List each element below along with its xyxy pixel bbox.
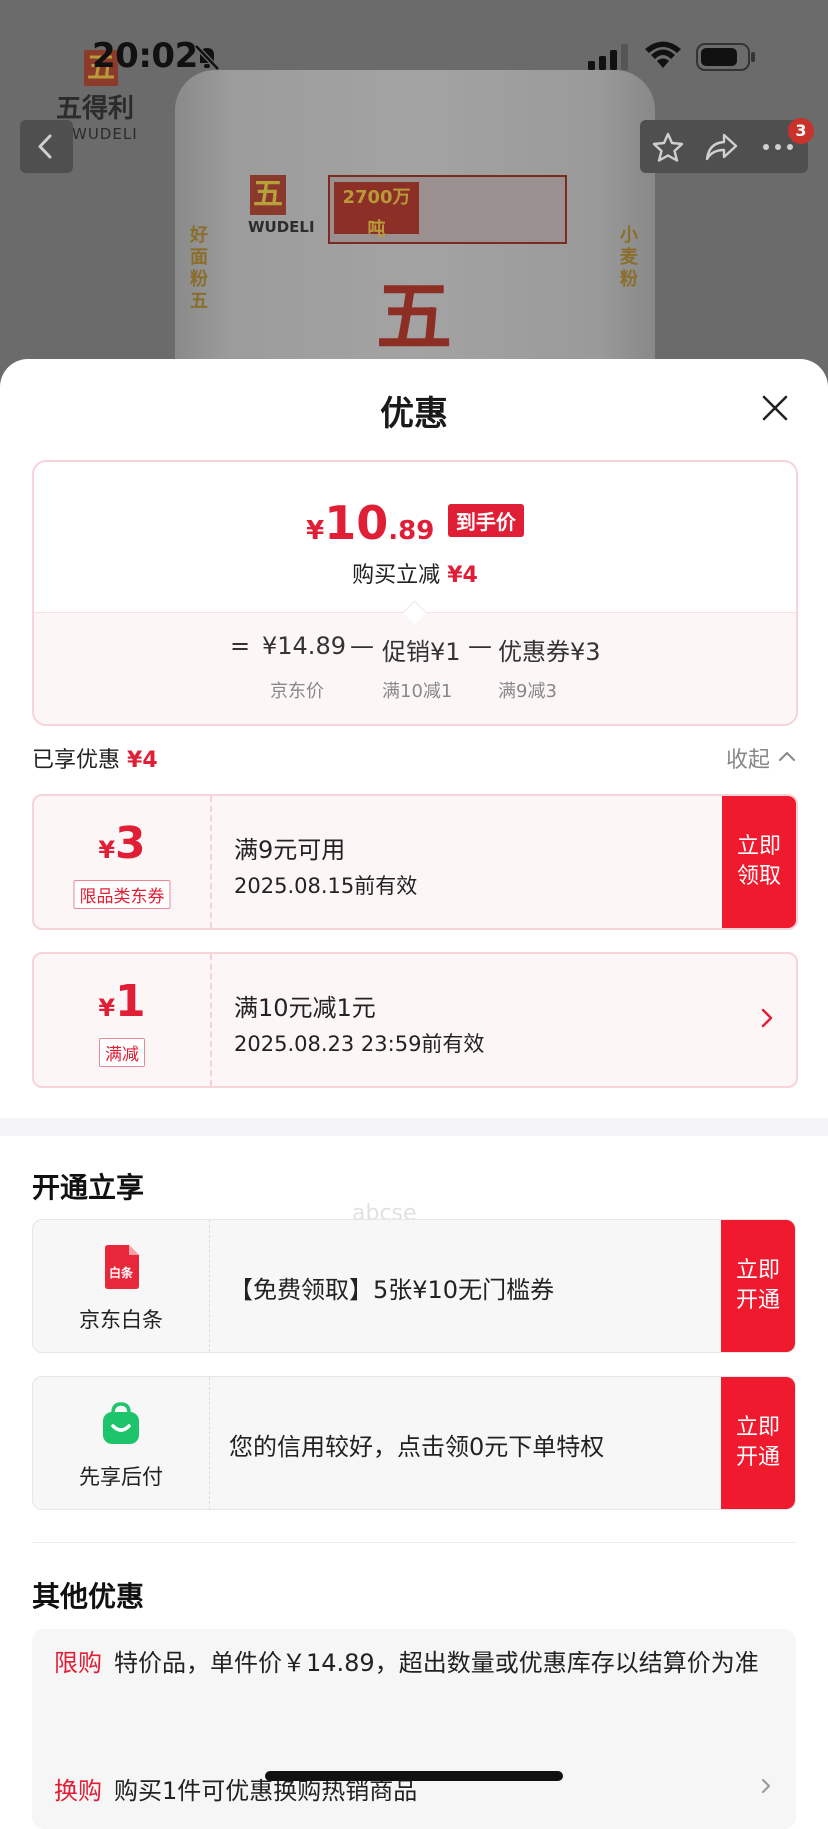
promotion-currency: ¥ bbox=[98, 994, 116, 1022]
coupon-value: 3 bbox=[115, 818, 146, 869]
baitiao-label: 京东白条 bbox=[79, 1308, 163, 1332]
bag-logo-mark: 五 bbox=[250, 175, 286, 215]
bag-capacity-badge: 2700万吨 bbox=[334, 182, 419, 240]
coupon-currency: ¥ bbox=[98, 836, 116, 864]
pay-later-label: 先享后付 bbox=[79, 1465, 163, 1489]
coupon-amount: ¥3 bbox=[34, 818, 210, 869]
bag-side-text-left: 好面粉五 bbox=[190, 225, 208, 312]
pay-later-brand: 先享后付 bbox=[33, 1377, 210, 1509]
formula-promo: 促销¥1 bbox=[382, 638, 461, 666]
final-price-decimal: .89 bbox=[388, 516, 435, 546]
formula-coupon: 优惠券¥3 bbox=[498, 638, 601, 666]
chevron-left-icon bbox=[38, 134, 52, 159]
coupon-type-tag: 限品类东券 bbox=[73, 880, 171, 909]
bag-side-text-right: 小麦粉 bbox=[620, 225, 638, 290]
enjoyed-discount-label: 已享优惠 bbox=[32, 748, 121, 773]
chevron-right-icon[interactable] bbox=[760, 1006, 774, 1030]
baitiao-icon: 白条 bbox=[105, 1245, 139, 1289]
formula-jd-price-label: 京东价 bbox=[270, 681, 324, 702]
open-pay-later-button[interactable]: 立即 开通 bbox=[721, 1377, 795, 1509]
promotion-condition: 满10元减1元 bbox=[234, 994, 376, 1022]
status-bar: 20:02 bbox=[0, 0, 828, 100]
baitiao-brand: 白条 京东白条 bbox=[33, 1220, 210, 1352]
price-breakdown bbox=[34, 612, 796, 724]
close-icon[interactable] bbox=[758, 391, 792, 425]
promotion-expiry: 2025.08.23 23:59前有效 bbox=[234, 1032, 485, 1056]
mute-bell-icon bbox=[194, 44, 220, 71]
nav-actions bbox=[640, 120, 808, 173]
baitiao-card[interactable]: 白条 京东白条 【免费领取】5张¥10无门槛券 立即 开通 bbox=[32, 1219, 796, 1353]
limit-keyword: 限购 bbox=[54, 1649, 102, 1677]
wifi-icon bbox=[645, 41, 681, 68]
formula-equals: = bbox=[230, 632, 251, 660]
more-icon[interactable] bbox=[762, 142, 794, 152]
baitiao-desc: 【免费领取】5张¥10无门槛券 bbox=[229, 1276, 555, 1304]
shopping-bag-icon bbox=[103, 1402, 139, 1444]
promotion-card[interactable]: ¥1 满减 满10元减1元 2025.08.23 23:59前有效 bbox=[32, 952, 798, 1088]
other-discounts-box: 限购 特价品，单件价￥14.89，超出数量或优惠库存以结算价为准 换购 购买1件可优… bbox=[32, 1629, 796, 1829]
claim-coupon-button[interactable]: 立即 领取 bbox=[722, 796, 796, 928]
formula-coupon-label: 满9减3 bbox=[498, 681, 557, 702]
pay-later-desc: 您的信用较好，点击领0元下单特权 bbox=[229, 1433, 605, 1461]
star-icon[interactable] bbox=[652, 132, 684, 162]
final-price-tag: 到手价 bbox=[447, 504, 524, 537]
svg-text:白条: 白条 bbox=[109, 1265, 134, 1280]
coupon-condition: 满9元可用 bbox=[234, 836, 346, 864]
exchange-text: 购买1件可优惠换购热销商品 bbox=[114, 1777, 418, 1805]
bag-brand-en: WUDELI bbox=[248, 218, 315, 236]
exchange-keyword: 换购 bbox=[54, 1777, 102, 1805]
promotion-type-tag: 满减 bbox=[99, 1038, 145, 1067]
formula-promo-label: 满10减1 bbox=[382, 681, 453, 702]
coupon-amount-area: ¥3 限品类东券 bbox=[34, 796, 212, 928]
instant-discount-label: 购买立减 bbox=[352, 563, 441, 588]
battery-icon bbox=[696, 43, 755, 71]
status-time: 20:02 bbox=[92, 36, 198, 76]
final-price-integer: 10 bbox=[324, 496, 389, 550]
section-divider bbox=[0, 1118, 828, 1136]
thin-divider bbox=[32, 1542, 796, 1543]
notification-badge: 3 bbox=[788, 118, 814, 144]
collapse-button[interactable]: 收起 bbox=[726, 742, 770, 774]
formula-jd-price: ¥14.89 bbox=[262, 632, 346, 660]
formula-minus-1: — bbox=[350, 632, 374, 660]
coupon-expiry: 2025.08.15前有效 bbox=[234, 874, 418, 898]
price-summary-card: ¥10.89 到手价 购买立减 ¥4 = ¥14.89 — 促销¥1 — 优惠券… bbox=[32, 460, 798, 726]
cellular-signal-icon bbox=[588, 44, 628, 70]
sheet-title: 优惠 bbox=[380, 394, 448, 434]
open-baitiao-button[interactable]: 立即 开通 bbox=[721, 1220, 795, 1352]
discount-sheet: 优惠 ¥10.89 到手价 购买立减 ¥4 = ¥14.89 — 促销¥1 — … bbox=[0, 359, 828, 1795]
bag-big-character: 五 bbox=[376, 272, 452, 361]
final-price: ¥10.89 到手价 bbox=[34, 496, 796, 550]
enjoyed-discount-amount: ¥4 bbox=[127, 748, 158, 773]
instant-discount: 购买立减 ¥4 bbox=[34, 557, 796, 589]
chevron-right-icon[interactable] bbox=[760, 1777, 772, 1795]
back-button[interactable] bbox=[20, 120, 73, 173]
promotion-amount-area: ¥1 满减 bbox=[34, 954, 212, 1086]
limit-row: 限购 特价品，单件价￥14.89，超出数量或优惠库存以结算价为准 bbox=[54, 1641, 774, 1685]
enjoyed-discount: 已享优惠 ¥4 bbox=[32, 742, 158, 774]
limit-text: 特价品，单件价￥14.89，超出数量或优惠库存以结算价为准 bbox=[114, 1649, 759, 1677]
open-section-title: 开通立享 bbox=[32, 1171, 145, 1204]
share-icon[interactable] bbox=[704, 132, 738, 162]
home-indicator bbox=[265, 1771, 563, 1781]
promotion-amount: ¥1 bbox=[34, 976, 210, 1027]
pay-later-card[interactable]: 先享后付 您的信用较好，点击领0元下单特权 立即 开通 bbox=[32, 1376, 796, 1510]
instant-discount-amount: ¥4 bbox=[447, 563, 478, 588]
final-price-currency: ¥ bbox=[306, 516, 325, 546]
brand-name-en: WUDELI bbox=[72, 125, 138, 143]
promotion-value: 1 bbox=[115, 976, 146, 1027]
chevron-up-icon[interactable] bbox=[778, 749, 796, 763]
coupon-card[interactable]: ¥3 限品类东券 满9元可用 2025.08.15前有效 立即 领取 bbox=[32, 794, 798, 930]
formula-minus-2: — bbox=[468, 632, 492, 660]
other-section-title: 其他优惠 bbox=[32, 1580, 145, 1613]
